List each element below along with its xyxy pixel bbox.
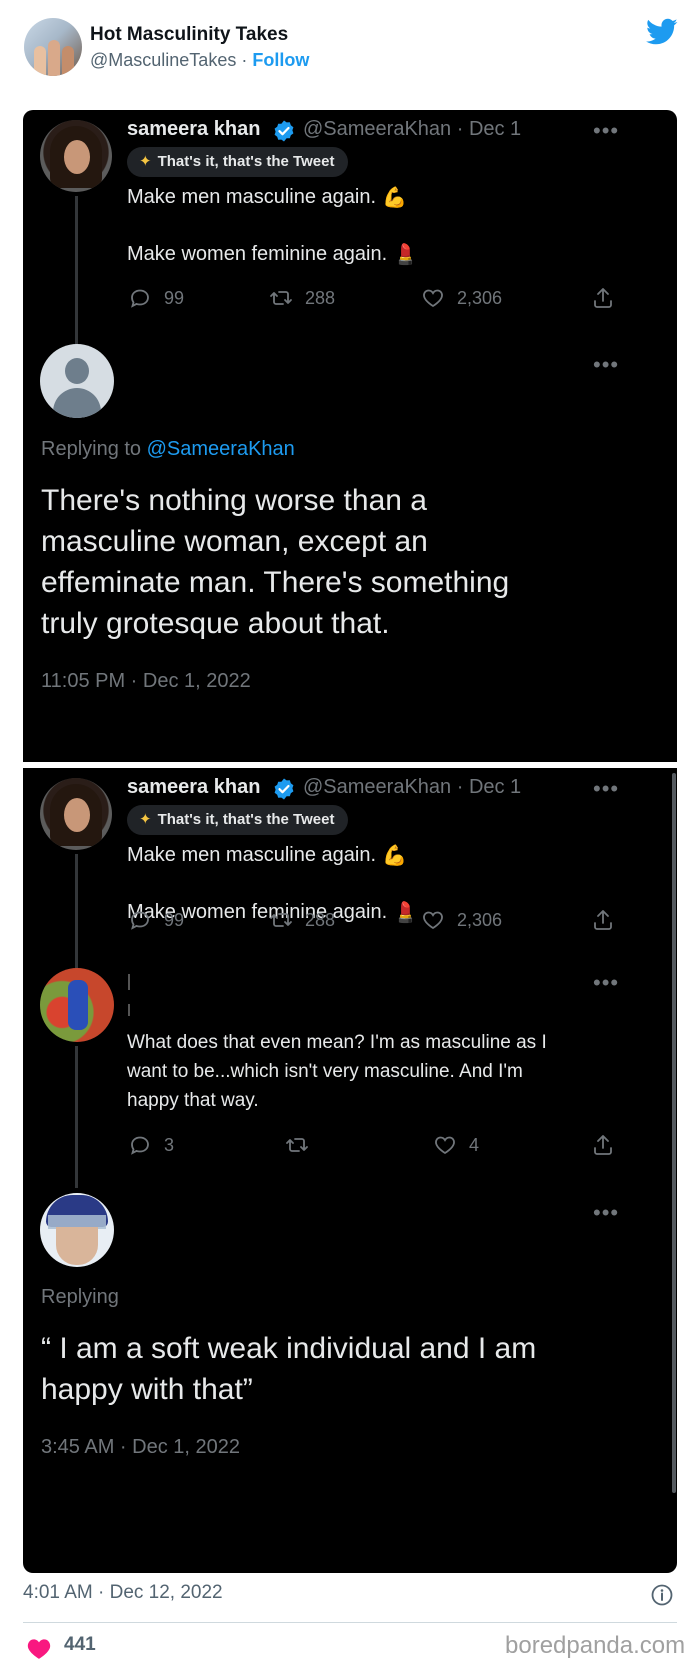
like-count: 2,306 xyxy=(457,287,503,308)
replier-avatar[interactable] xyxy=(40,968,114,1042)
redacted-handle xyxy=(128,1004,130,1016)
retweet-action[interactable]: 288 xyxy=(269,286,335,310)
reply-count: 99 xyxy=(164,909,185,930)
final-reply-text: “ I am a soft weak individual and I am h… xyxy=(41,1332,537,1406)
flexed-biceps-emoji: 💪 xyxy=(382,845,407,867)
lipstick-emoji: 💄 xyxy=(393,244,419,266)
retweet-count: 288 xyxy=(305,909,336,930)
share-icon xyxy=(594,288,612,308)
reply-icon xyxy=(131,289,149,308)
footer-divider xyxy=(23,1622,677,1623)
reply-count: 3 xyxy=(164,1134,175,1155)
like-icon xyxy=(423,911,443,930)
tweet-handle-date[interactable]: @SameeraKhan · Dec 1 xyxy=(303,776,521,799)
tweet-author-name[interactable]: sameera khan xyxy=(127,776,260,799)
final-reply-timestamp[interactable]: 3:45 AM · Dec 1, 2022 xyxy=(41,1436,240,1459)
like-count: 4 xyxy=(469,1134,480,1155)
lipstick-emoji: 💄 xyxy=(393,902,419,924)
share-icon xyxy=(594,910,612,930)
author-name[interactable]: Hot Masculinity Takes xyxy=(90,24,288,46)
reply-text: There's nothing worse than a masculine w… xyxy=(41,484,510,640)
scrollbar[interactable] xyxy=(672,773,676,1493)
reply-timestamp[interactable]: 11:05 PM · Dec 1, 2022 xyxy=(41,670,251,693)
retweet-count: 288 xyxy=(305,287,336,308)
reply-icon xyxy=(131,1136,149,1155)
verified-badge-icon xyxy=(274,778,294,800)
like-count: 2,306 xyxy=(457,909,503,930)
default-avatar[interactable] xyxy=(40,344,114,418)
replying-to-link[interactable]: @SameeraKhan xyxy=(147,438,295,460)
screenshot-1: sameera khan @SameeraKhan · Dec 1 ••• ✦ T… xyxy=(23,110,677,762)
retweet-icon xyxy=(270,291,292,305)
reply-action[interactable]: 99 xyxy=(128,286,184,310)
like-icon xyxy=(423,289,443,308)
retweet-action[interactable] xyxy=(285,1133,321,1157)
screenshot-2: sameera khan @SameeraKhan · Dec 1 ••• ✦ T… xyxy=(23,768,677,1573)
twitter-bird-icon[interactable] xyxy=(646,18,678,46)
sparkles-icon: ✦ xyxy=(139,153,152,170)
more-icon[interactable]: ••• xyxy=(593,1202,619,1224)
tweet-label-pill: ✦ That's it, that's the Tweet xyxy=(127,805,349,835)
embed-timestamp[interactable]: 4:01 AM · Dec 12, 2022 xyxy=(23,1582,223,1604)
replying-label: Replying xyxy=(41,1286,119,1308)
info-icon[interactable] xyxy=(650,1583,674,1607)
tweet-author-name[interactable]: sameera khan xyxy=(127,118,260,141)
tweet-label-pill: ✦ That's it, that's the Tweet xyxy=(127,147,349,177)
pill-text: That's it, that's the Tweet xyxy=(157,811,335,828)
follow-button[interactable]: Follow xyxy=(252,50,309,70)
more-icon[interactable]: ••• xyxy=(593,972,619,994)
retweet-icon xyxy=(270,913,292,927)
embed-like-count: 441 xyxy=(64,1634,96,1655)
sameera-avatar[interactable] xyxy=(40,120,112,192)
middle-reply-text: What does that even mean? I'm as masculi… xyxy=(127,1032,547,1111)
reply-icon xyxy=(131,911,149,930)
separator: · xyxy=(241,50,248,70)
tweet-line-2: Make women feminine again. 💄 xyxy=(127,242,419,266)
pill-text: That's it, that's the Tweet xyxy=(157,153,335,170)
tweet-line-1: Make men masculine again. 💪 xyxy=(127,185,407,209)
thread-line xyxy=(75,1046,78,1188)
tweet-handle-date[interactable]: @SameeraKhan · Dec 1 xyxy=(303,118,521,141)
like-action[interactable]: 4 xyxy=(433,1133,479,1157)
share-action[interactable] xyxy=(591,286,627,310)
reply-action[interactable]: 99 xyxy=(128,908,184,932)
heart-icon[interactable] xyxy=(26,1636,52,1660)
like-icon xyxy=(435,1136,455,1155)
more-icon[interactable]: ••• xyxy=(593,120,619,142)
replying-to: Replying to @SameeraKhan xyxy=(41,438,295,460)
watermark: boredpanda.com xyxy=(505,1632,686,1659)
tweet-line-1: Make men masculine again. 💪 xyxy=(127,843,407,867)
like-action[interactable]: 2,306 xyxy=(421,908,502,932)
flexed-biceps-emoji: 💪 xyxy=(382,187,407,209)
reply-count: 99 xyxy=(164,287,185,308)
thread-line xyxy=(75,196,78,348)
sparkles-icon: ✦ xyxy=(139,811,152,828)
author-handle[interactable]: @MasculineTakes xyxy=(90,50,236,70)
more-icon[interactable]: ••• xyxy=(593,354,619,376)
share-action[interactable] xyxy=(591,1133,627,1157)
author-handle-row: @MasculineTakes · Follow xyxy=(90,50,309,71)
share-icon xyxy=(594,1135,612,1155)
redacted-name xyxy=(128,974,130,990)
retweet-action[interactable]: 288 xyxy=(269,908,335,932)
more-icon[interactable]: ••• xyxy=(593,778,619,800)
retweet-icon xyxy=(286,1138,308,1152)
verified-badge-icon xyxy=(274,120,294,142)
reply-action[interactable]: 3 xyxy=(128,1133,174,1157)
final-replier-avatar[interactable] xyxy=(40,1193,114,1267)
like-action[interactable]: 2,306 xyxy=(421,286,502,310)
sameera-avatar[interactable] xyxy=(40,778,112,850)
author-avatar[interactable] xyxy=(24,18,82,76)
share-action[interactable] xyxy=(591,908,627,932)
